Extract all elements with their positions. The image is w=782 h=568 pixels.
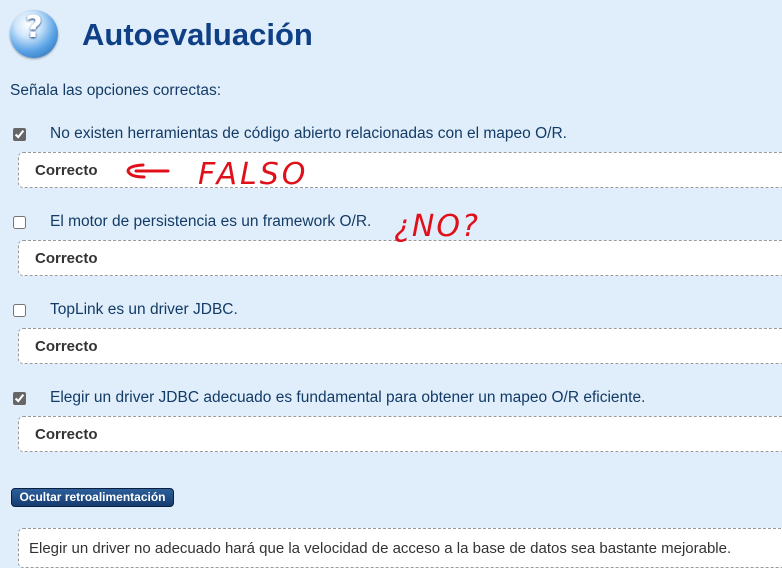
feedback-label: Correcto (35, 426, 98, 443)
feedback-box: Correcto (18, 240, 782, 276)
hide-feedback-button[interactable]: Ocultar retroalimentación (11, 488, 174, 507)
retroalimentacion-box: Elegir un driver no adecuado hará que la… (18, 528, 782, 568)
feedback-box: Correcto (18, 328, 782, 364)
instruction-text: Señala las opciones correctas: (10, 82, 222, 99)
handwritten-note-no: ¿NO? (394, 209, 480, 244)
feedback-box: Correcto (18, 416, 782, 452)
question-text: Elegir un driver JDBC adecuado es fundam… (50, 389, 646, 406)
feedback-label: Correcto (35, 338, 98, 355)
answer-checkbox[interactable] (13, 392, 26, 405)
feedback-box: Correcto (18, 152, 782, 188)
answer-checkbox[interactable] (13, 216, 26, 229)
answer-checkbox[interactable] (13, 128, 26, 141)
answer-checkbox[interactable] (13, 304, 26, 317)
feedback-label: Correcto (35, 162, 98, 179)
question-icon: ? (10, 10, 58, 58)
retroalimentacion-text: Elegir un driver no adecuado hará que la… (29, 540, 732, 557)
feedback-label: Correcto (35, 250, 98, 267)
question-text: No existen herramientas de código abiert… (50, 125, 567, 142)
question-text: TopLink es un driver JDBC. (50, 301, 238, 318)
question-text: El motor de persistencia es un framework… (50, 213, 372, 230)
header: ? Autoevaluación (10, 10, 710, 68)
page-title: Autoevaluación (82, 17, 313, 52)
